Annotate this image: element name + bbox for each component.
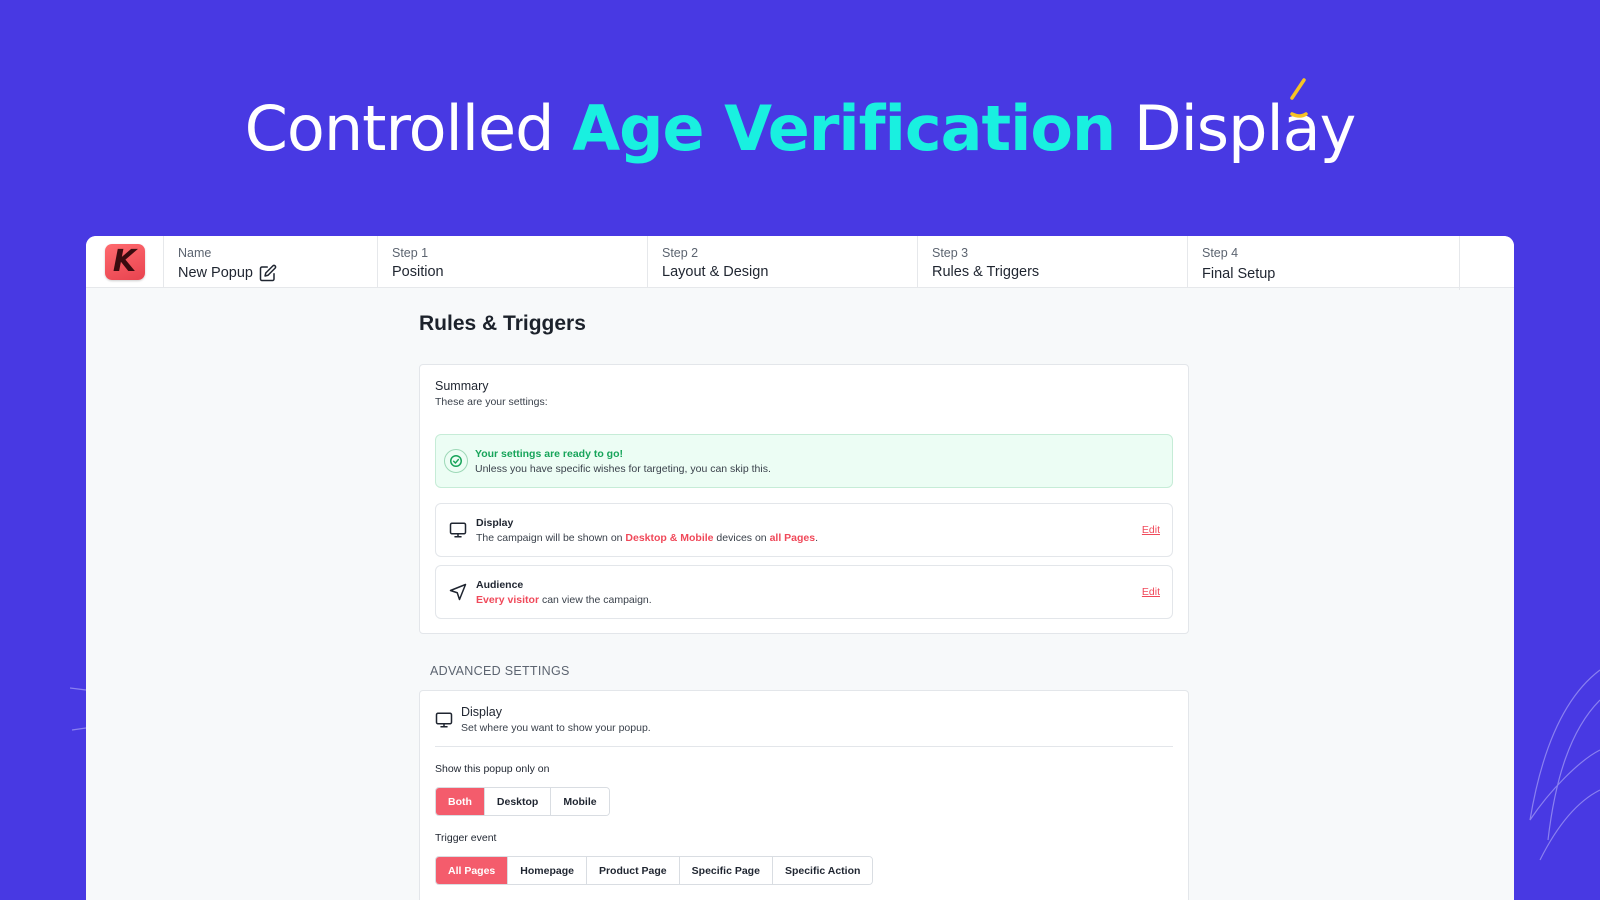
hero-title: Controlled Age Verification Display bbox=[0, 92, 1600, 165]
hero-title-accent: Age Verification bbox=[572, 92, 1116, 165]
advanced-display-title: Display bbox=[461, 705, 502, 719]
summary-display-text: The campaign will be shown on Desktop & … bbox=[476, 531, 819, 544]
trigger-option-specific-page[interactable]: Specific Page bbox=[679, 857, 773, 884]
summary-audience-title: Audience bbox=[476, 578, 524, 591]
summary-title: Summary bbox=[435, 379, 489, 393]
monitor-icon bbox=[435, 711, 453, 734]
advanced-display-subtitle: Set where you want to show your popup. bbox=[461, 722, 651, 734]
hero-title-pre: Controlled bbox=[244, 92, 555, 165]
device-option-both[interactable]: Both bbox=[436, 788, 485, 815]
device-option-desktop[interactable]: Desktop bbox=[484, 788, 552, 815]
summary-display-title: Display bbox=[476, 516, 514, 529]
trigger-option-all-pages[interactable]: All Pages bbox=[436, 857, 509, 884]
navigation-arrow-icon bbox=[448, 583, 468, 601]
step-2-label: Step 2 bbox=[662, 246, 699, 260]
trigger-label: Trigger event bbox=[435, 832, 497, 844]
popup-name: New Popup bbox=[178, 265, 253, 281]
monitor-icon bbox=[448, 521, 468, 539]
step-1-title: Position bbox=[392, 264, 444, 280]
tab-step-4[interactable]: Step 4 Final Setup bbox=[1188, 236, 1460, 290]
device-segmented-control: Both Desktop Mobile bbox=[435, 787, 610, 816]
logo-cell: K bbox=[86, 236, 164, 287]
edit-display-link[interactable]: Edit bbox=[1142, 524, 1160, 536]
steps-bar: K Name New Popup Step 1 Position Step 2 … bbox=[86, 236, 1514, 290]
summary-audience-row: Audience Every visitor can view the camp… bbox=[435, 565, 1173, 619]
edit-icon[interactable] bbox=[259, 264, 277, 282]
page-title: Rules & Triggers bbox=[419, 312, 586, 335]
summary-display-row: Display The campaign will be shown on De… bbox=[435, 503, 1173, 557]
step-3-title: Rules & Triggers bbox=[932, 264, 1040, 280]
step-4-title: Final Setup bbox=[1202, 266, 1276, 282]
step-2-title: Layout & Design bbox=[662, 264, 769, 280]
success-text: Unless you have specific wishes for targ… bbox=[475, 462, 771, 475]
main-content: Rules & Triggers Summary These are your … bbox=[419, 288, 1189, 900]
summary-audience-text: Every visitor can view the campaign. bbox=[476, 593, 652, 606]
step-3-label: Step 3 bbox=[932, 246, 969, 260]
app-logo: K bbox=[104, 243, 145, 280]
tab-step-3[interactable]: Step 3 Rules & Triggers bbox=[918, 236, 1188, 287]
trigger-option-product-page[interactable]: Product Page bbox=[586, 857, 680, 884]
trigger-option-specific-action[interactable]: Specific Action bbox=[772, 857, 873, 884]
edit-audience-link[interactable]: Edit bbox=[1142, 586, 1160, 598]
summary-subtitle: These are your settings: bbox=[435, 396, 548, 408]
step-1-label: Step 1 bbox=[392, 246, 429, 260]
device-label: Show this popup only on bbox=[435, 763, 550, 775]
step-name-label: Name bbox=[178, 246, 212, 260]
advanced-display-header: Display Set where you want to show your … bbox=[435, 705, 1173, 747]
sparkle-icon bbox=[1290, 78, 1308, 118]
check-circle-icon bbox=[444, 449, 468, 473]
tab-step-2[interactable]: Step 2 Layout & Design bbox=[648, 236, 918, 287]
summary-card: Summary These are your settings: Your se… bbox=[419, 364, 1189, 634]
success-banner: Your settings are ready to go! Unless yo… bbox=[435, 434, 1173, 488]
trigger-segmented-control: All Pages Homepage Product Page Specific… bbox=[435, 856, 874, 885]
step-4-label: Step 4 bbox=[1202, 246, 1239, 260]
app-window: K Name New Popup Step 1 Position Step 2 … bbox=[86, 236, 1514, 900]
advanced-display-card: Display Set where you want to show your … bbox=[419, 690, 1189, 900]
device-option-mobile[interactable]: Mobile bbox=[551, 788, 609, 815]
success-title: Your settings are ready to go! bbox=[475, 447, 623, 460]
tab-step-1[interactable]: Step 1 Position bbox=[378, 236, 648, 287]
trigger-option-homepage[interactable]: Homepage bbox=[508, 857, 587, 884]
leaf-decoration-icon bbox=[1529, 669, 1600, 861]
step-name[interactable]: Name New Popup bbox=[164, 236, 378, 287]
advanced-settings-label: ADVANCED SETTINGS bbox=[430, 664, 570, 678]
